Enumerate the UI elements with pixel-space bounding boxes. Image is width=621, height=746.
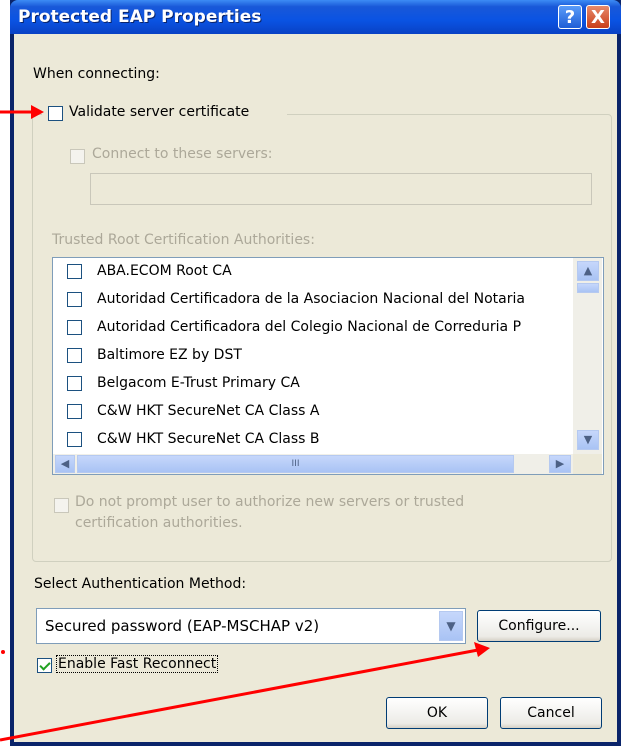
- annotation-dot: [1, 650, 5, 654]
- arrow-to-configure: [0, 642, 490, 742]
- arrow-to-validate-cert: [0, 105, 44, 119]
- annotation-arrows: [0, 105, 490, 742]
